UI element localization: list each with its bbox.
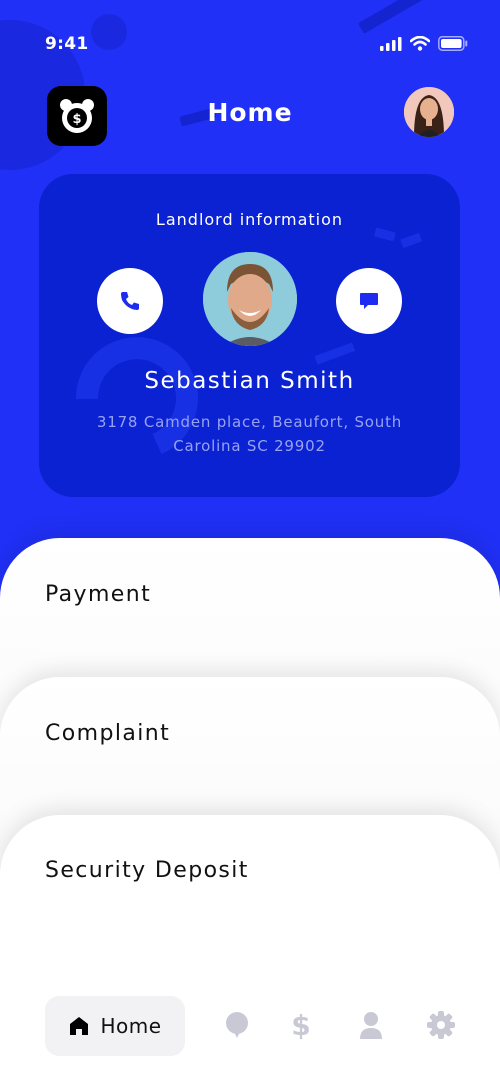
landlord-address: 3178 Camden place, Beaufort, South Carol… — [96, 413, 403, 455]
dollar-icon: $ — [291, 1010, 310, 1040]
message-button[interactable] — [336, 268, 402, 334]
nav-profile-tab[interactable] — [356, 1010, 386, 1040]
card-heading: Landlord information — [155, 210, 344, 229]
nav-settings-tab[interactable] — [426, 1010, 456, 1040]
signal-icon — [380, 36, 402, 51]
avatar-portrait — [404, 87, 454, 137]
nav-home-tab[interactable]: Home — [45, 996, 185, 1056]
nav-payment-tab[interactable]: $ — [286, 1010, 316, 1040]
landlord-photo — [203, 252, 297, 346]
nav-home-label: Home — [100, 1014, 162, 1038]
landlord-portrait — [203, 252, 297, 346]
section-label: Security Deposit — [45, 858, 249, 883]
call-button[interactable] — [97, 268, 163, 334]
phone-icon — [121, 292, 139, 310]
chat-icon — [360, 293, 378, 309]
svg-text:$: $ — [291, 1010, 310, 1040]
user-icon — [360, 1012, 382, 1039]
profile-avatar[interactable] — [404, 87, 454, 137]
complaint-bubble-icon — [226, 1012, 248, 1038]
bottom-nav: Home $ — [0, 980, 500, 1083]
section-label: Payment — [45, 582, 152, 607]
settings-gear-icon — [427, 1011, 455, 1039]
status-bar: 9:41 — [0, 0, 500, 90]
landlord-info-card: Landlord information Sebastian Smith 317… — [39, 174, 460, 497]
status-time: 9:41 — [45, 34, 89, 54]
nav-complaint-tab[interactable] — [222, 1010, 252, 1040]
battery-icon — [438, 36, 468, 51]
wifi-icon — [410, 36, 430, 51]
home-icon — [70, 1017, 89, 1035]
landlord-name: Sebastian Smith — [144, 368, 355, 394]
section-label: Complaint — [45, 721, 171, 746]
status-icons — [380, 36, 468, 51]
